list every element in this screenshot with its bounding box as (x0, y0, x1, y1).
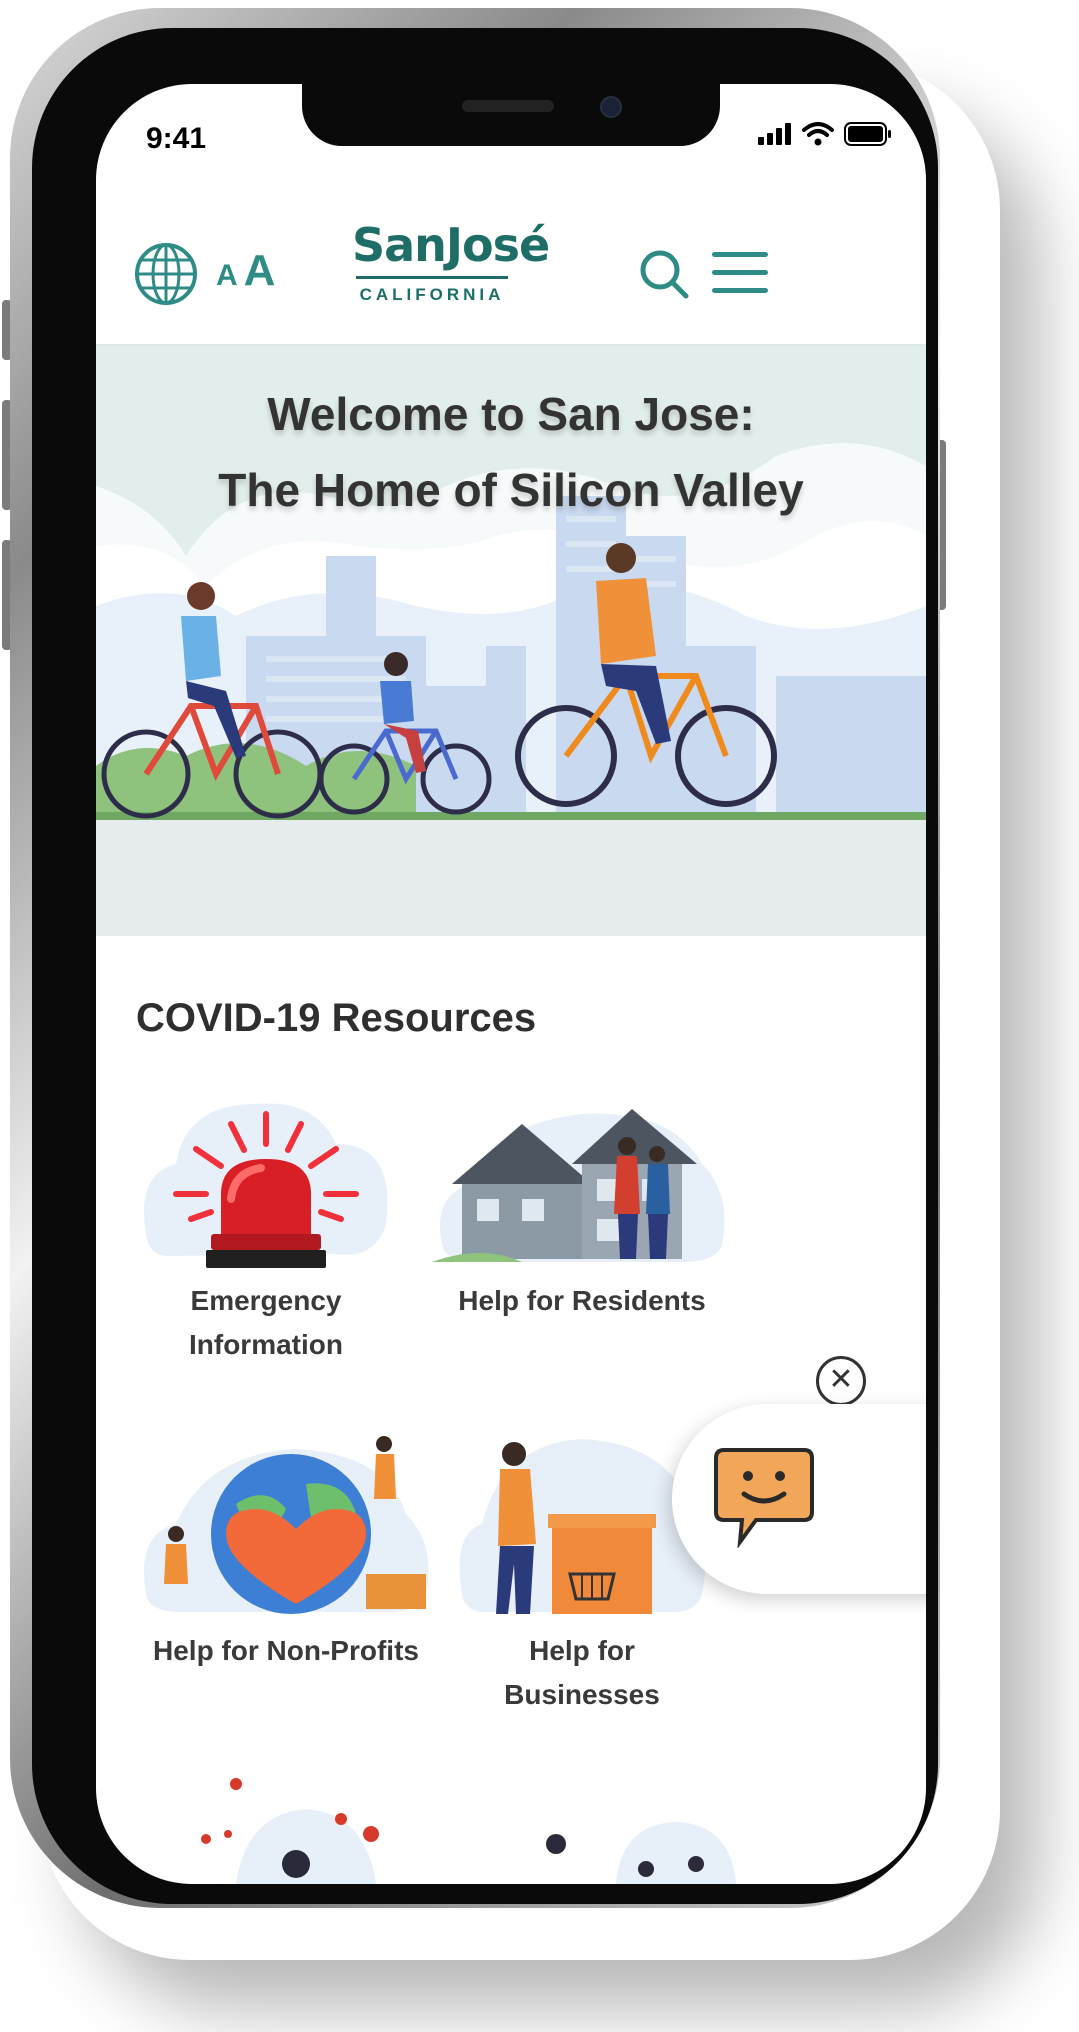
wifi-icon (802, 122, 834, 146)
phone-bezel: 9:41 A A SanJosé CALIFORNIA Welcome to S… (32, 28, 938, 1904)
status-icons (758, 122, 892, 146)
speaker-grille (462, 100, 554, 112)
card-label-line1: Emergency (190, 1285, 342, 1316)
signal-icon (758, 123, 791, 145)
menu-bar (712, 252, 768, 257)
search-icon[interactable] (636, 246, 692, 302)
status-time: 9:41 (146, 122, 207, 155)
menu-bar (712, 270, 768, 275)
card-label-line2: Businesses (504, 1679, 660, 1710)
hero-banner: Welcome to San Jose: The Home of Silicon… (96, 346, 926, 936)
globe-icon[interactable] (134, 242, 198, 306)
phone-screen: 9:41 A A SanJosé CALIFORNIA Welcome to S… (96, 84, 926, 1884)
hero-title-line2: The Home of Silicon Valley (218, 464, 804, 516)
emergency-siren-icon (144, 1103, 388, 1268)
nonprofits-globe-heart-icon (144, 1436, 429, 1614)
card-emergency-information[interactable]: Emergency Information (136, 1084, 396, 1367)
card-help-for-businesses[interactable]: Help for Businesses (452, 1414, 712, 1717)
business-shop-icon (459, 1439, 706, 1614)
card-label-line2: Information (189, 1329, 343, 1360)
logo-subtitle: CALIFORNIA (359, 285, 505, 304)
people-illustration (546, 1822, 736, 1884)
card-help-for-non-profits[interactable]: Help for Non-Profits (136, 1414, 436, 1673)
card-label: Help for Non-Profits (136, 1629, 436, 1673)
phone-body: 9:41 A A SanJosé CALIFORNIA Welcome to S… (10, 8, 940, 1908)
residents-house-icon (432, 1109, 725, 1262)
hero-title-line1: Welcome to San Jose: (267, 388, 755, 440)
san-jose-logo[interactable]: SanJosé CALIFORNIA (352, 218, 550, 305)
text-size-large: A (243, 246, 276, 295)
card-label-line1: Help for Residents (458, 1285, 706, 1316)
card-partial-left[interactable] (176, 1754, 416, 1884)
card-label-line1: Help for Non-Profits (153, 1635, 419, 1666)
card-label: Emergency Information (136, 1279, 396, 1367)
text-size-small: A (216, 259, 238, 292)
card-label: Help for Residents (432, 1279, 732, 1323)
menu-bar (712, 288, 768, 293)
logo-rule (356, 276, 508, 279)
front-camera (600, 96, 622, 118)
hamburger-menu-icon[interactable] (712, 252, 768, 306)
hero-title: Welcome to San Jose: The Home of Silicon… (96, 376, 926, 528)
virus-illustration (201, 1778, 379, 1884)
logo-title: SanJosé (352, 218, 550, 272)
card-label: Help for Businesses (452, 1629, 712, 1717)
card-help-for-residents[interactable]: Help for Residents (432, 1084, 732, 1323)
card-label-line1: Help for (529, 1635, 635, 1666)
chat-widget[interactable] (672, 1404, 926, 1594)
smiley-chat-icon[interactable] (712, 1444, 816, 1548)
card-partial-right[interactable] (496, 1774, 756, 1884)
battery-icon (844, 122, 891, 146)
section-title-covid: COVID-19 Resources (136, 996, 537, 1040)
site-header: AA SanJosé CALIFORNIA (96, 194, 926, 346)
notch (302, 84, 720, 146)
text-size-toggle[interactable]: AA (216, 246, 275, 296)
chat-close-button[interactable]: ✕ (816, 1356, 866, 1406)
